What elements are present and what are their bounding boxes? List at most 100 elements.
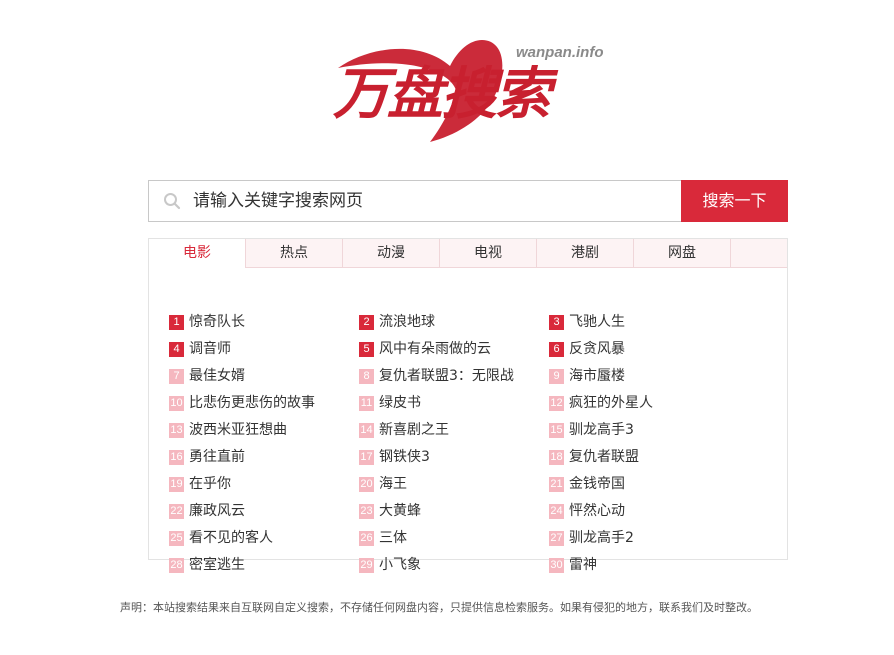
list-item-title: 金钱帝国	[569, 476, 625, 492]
list-item[interactable]: 10 比悲伤更悲伤的故事	[169, 393, 315, 413]
list-item-title: 海市蜃楼	[569, 368, 625, 384]
list-item[interactable]: 19 在乎你	[169, 474, 231, 494]
rank-badge: 12	[549, 396, 564, 411]
list-item[interactable]: 25 看不见的客人	[169, 528, 273, 548]
list-item-title: 飞驰人生	[569, 314, 625, 330]
rank-badge: 15	[549, 423, 564, 438]
list-item-title: 廉政风云	[189, 503, 245, 519]
list-item[interactable]: 1 惊奇队长	[169, 312, 245, 332]
list-item[interactable]: 30 雷神	[549, 555, 597, 575]
list-item[interactable]: 27 驯龙高手2	[549, 528, 634, 548]
tab-1[interactable]: 热点	[246, 239, 343, 267]
list-item[interactable]: 4 调音师	[169, 339, 231, 359]
list-item[interactable]: 20 海王	[359, 474, 407, 494]
rank-badge: 19	[169, 477, 184, 492]
tab-0[interactable]: 电影	[149, 239, 246, 268]
list-item[interactable]: 22 廉政风云	[169, 501, 245, 521]
rank-badge: 6	[549, 342, 564, 357]
hot-list-panel: 电影 热点 动漫 电视 港剧 网盘 1 惊奇队长 2 流浪地球 3 飞驰人生 4 调音师 5 风中有朵雨做的…	[148, 238, 788, 573]
list-item[interactable]: 3 飞驰人生	[549, 312, 625, 332]
list-item-title: 怦然心动	[569, 503, 625, 519]
list-item[interactable]: 2 流浪地球	[359, 312, 435, 332]
rank-badge: 20	[359, 477, 374, 492]
rank-badge: 23	[359, 504, 374, 519]
list-item-title: 看不见的客人	[189, 530, 273, 546]
list-item[interactable]: 13 波西米亚狂想曲	[169, 420, 287, 440]
list-item-title: 复仇者联盟3：无限战	[379, 368, 514, 384]
rank-badge: 27	[549, 531, 564, 546]
tab-4[interactable]: 港剧	[537, 239, 634, 267]
list-item-title: 三体	[379, 530, 407, 546]
list-item[interactable]: 21 金钱帝国	[549, 474, 625, 494]
list-item[interactable]: 12 疯狂的外星人	[549, 393, 653, 413]
rank-badge: 21	[549, 477, 564, 492]
rank-badge: 16	[169, 450, 184, 465]
list-item-title: 反贪风暴	[569, 341, 625, 357]
search-icon	[164, 193, 181, 210]
list-item-title: 驯龙高手2	[569, 530, 634, 546]
list-item[interactable]: 24 怦然心动	[549, 501, 625, 521]
list-item[interactable]: 7 最佳女婿	[169, 366, 245, 386]
list-item[interactable]: 28 密室逃生	[169, 555, 245, 575]
list-item-title: 驯龙高手3	[569, 422, 634, 438]
rank-badge: 7	[169, 369, 184, 384]
rank-badge: 9	[549, 369, 564, 384]
list-item-title: 海王	[379, 476, 407, 492]
list-item-title: 疯狂的外星人	[569, 395, 653, 411]
list-item[interactable]: 11 绿皮书	[359, 393, 421, 413]
rank-badge: 25	[169, 531, 184, 546]
list-item[interactable]: 18 复仇者联盟	[549, 447, 639, 467]
list-item[interactable]: 6 反贪风暴	[549, 339, 625, 359]
rank-badge: 13	[169, 423, 184, 438]
search-box	[148, 180, 681, 222]
rank-badge: 18	[549, 450, 564, 465]
list-item[interactable]: 17 钢铁侠3	[359, 447, 430, 467]
rank-badge: 22	[169, 504, 184, 519]
logo-title[interactable]: 万盘搜索	[333, 60, 551, 130]
rank-badge: 28	[169, 558, 184, 573]
list-item-title: 复仇者联盟	[569, 449, 639, 465]
rank-badge: 29	[359, 558, 374, 573]
list-item-title: 比悲伤更悲伤的故事	[189, 395, 315, 411]
rank-badge: 4	[169, 342, 184, 357]
tab-5[interactable]: 网盘	[634, 239, 731, 267]
tab-3[interactable]: 电视	[440, 239, 537, 267]
list-item[interactable]: 29 小飞象	[359, 555, 421, 575]
rank-badge: 3	[549, 315, 564, 330]
list-item-title: 绿皮书	[379, 395, 421, 411]
search-input[interactable]	[193, 181, 663, 221]
list-item-title: 惊奇队长	[189, 314, 245, 330]
rank-badge: 1	[169, 315, 184, 330]
list-item[interactable]: 26 三体	[359, 528, 407, 548]
disclaimer: 声明：本站搜索结果来自互联网自定义搜索，不存储任何网盘内容，只提供信息检索服务。…	[120, 601, 758, 614]
rank-badge: 10	[169, 396, 184, 411]
list-item-title: 风中有朵雨做的云	[379, 341, 491, 357]
rank-badge: 17	[359, 450, 374, 465]
list-item[interactable]: 23 大黄蜂	[359, 501, 421, 521]
rank-badge: 24	[549, 504, 564, 519]
list-item-title: 钢铁侠3	[379, 449, 430, 465]
rank-badge: 30	[549, 558, 564, 573]
rank-badge: 8	[359, 369, 374, 384]
rank-badge: 26	[359, 531, 374, 546]
category-tabs: 电影 热点 动漫 电视 港剧 网盘	[149, 239, 787, 268]
list-item-title: 密室逃生	[189, 557, 245, 573]
list-item-title: 最佳女婿	[189, 368, 245, 384]
tab-2[interactable]: 动漫	[343, 239, 440, 267]
list-item[interactable]: 5 风中有朵雨做的云	[359, 339, 491, 359]
list-item[interactable]: 15 驯龙高手3	[549, 420, 634, 440]
search-button[interactable]: 搜索一下	[681, 180, 788, 222]
list-item-title: 在乎你	[189, 476, 231, 492]
list-item-title: 雷神	[569, 557, 597, 573]
list-item-title: 流浪地球	[379, 314, 435, 330]
list-item-title: 小飞象	[379, 557, 421, 573]
list-item-title: 调音师	[189, 341, 231, 357]
list-item[interactable]: 14 新喜剧之王	[359, 420, 449, 440]
list-item-title: 大黄蜂	[379, 503, 421, 519]
rank-badge: 14	[359, 423, 374, 438]
list-item-title: 勇往直前	[189, 449, 245, 465]
list-item[interactable]: 8 复仇者联盟3：无限战	[359, 366, 514, 386]
list-item[interactable]: 9 海市蜃楼	[549, 366, 625, 386]
rank-badge: 11	[359, 396, 374, 411]
list-item[interactable]: 16 勇往直前	[169, 447, 245, 467]
